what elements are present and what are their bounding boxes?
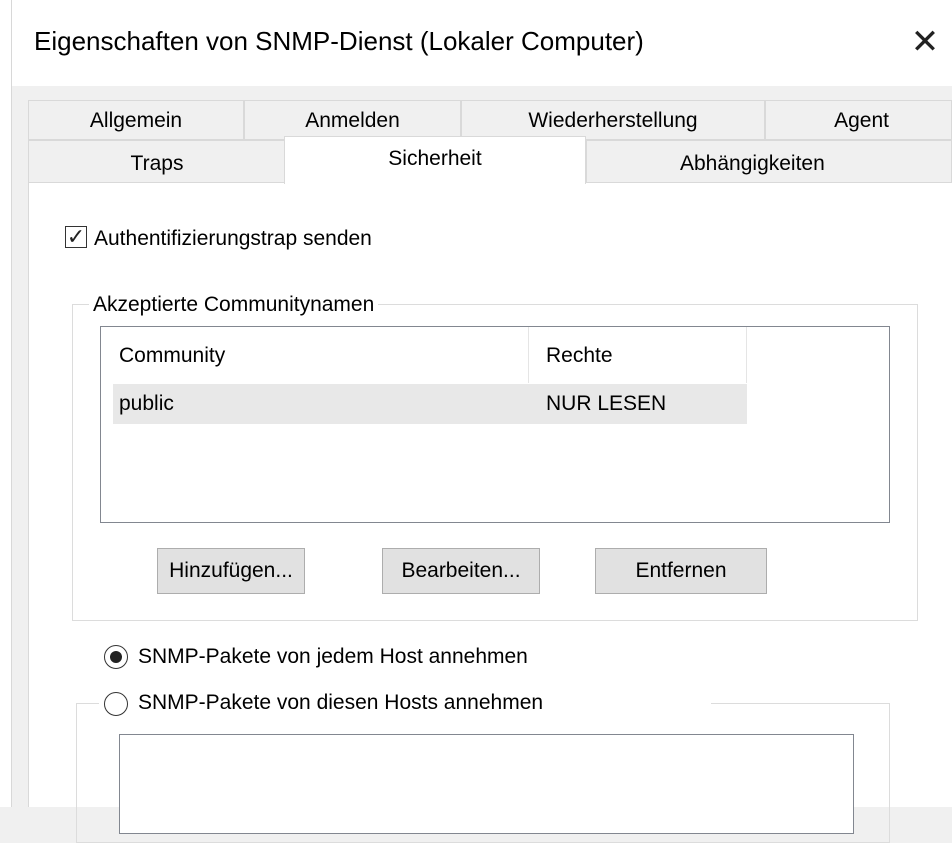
tab-allgemein[interactable]: Allgemein	[28, 100, 244, 140]
radio-any-host[interactable]	[104, 645, 128, 669]
edit-button[interactable]: Bearbeiten...	[382, 548, 540, 594]
auth-trap-checkbox[interactable]: ✓	[65, 226, 87, 248]
properties-window: Eigenschaften von SNMP-Dienst (Lokaler C…	[0, 0, 952, 843]
radio-these-hosts-label: SNMP-Pakete von diesen Hosts annehmen	[138, 691, 544, 714]
column-header-rechte[interactable]: Rechte	[546, 344, 613, 368]
tab-sicherheit[interactable]: Sicherheit	[284, 136, 586, 184]
remove-button[interactable]: Entfernen	[595, 548, 767, 594]
auth-trap-label: Authentifizierungstrap senden	[94, 227, 372, 250]
tab-anmelden[interactable]: Anmelden	[244, 100, 461, 140]
table-row[interactable]: public NUR LESEN	[113, 384, 747, 424]
tab-traps[interactable]: Traps	[28, 140, 286, 183]
tab-abhaengigkeiten[interactable]: Abhängigkeiten	[586, 140, 952, 183]
window-title: Eigenschaften von SNMP-Dienst (Lokaler C…	[34, 26, 644, 56]
column-header-community[interactable]: Community	[119, 344, 225, 368]
communities-group-label: Akzeptierte Communitynamen	[89, 293, 379, 317]
radio-any-host-label: SNMP-Pakete von jedem Host annehmen	[138, 645, 528, 668]
add-button[interactable]: Hinzufügen...	[157, 548, 305, 594]
checkmark-icon: ✓	[66, 224, 86, 249]
tab-wiederherstellung[interactable]: Wiederherstellung	[461, 100, 765, 140]
window-left-border	[0, 0, 12, 807]
radio-these-hosts[interactable]	[104, 692, 128, 716]
security-tab-panel: ✓ Authentifizierungstrap senden Akzeptie…	[28, 182, 952, 843]
column-divider	[746, 327, 747, 383]
hosts-list[interactable]	[119, 734, 854, 834]
tab-agent[interactable]: Agent	[765, 100, 952, 140]
radio-dot-icon	[109, 650, 122, 663]
cell-rights: NUR LESEN	[546, 392, 667, 415]
column-divider	[528, 327, 529, 383]
community-list[interactable]: Community Rechte public NUR LESEN	[100, 326, 890, 523]
cell-community: public	[119, 392, 174, 415]
close-icon[interactable]: ✕	[905, 20, 945, 64]
